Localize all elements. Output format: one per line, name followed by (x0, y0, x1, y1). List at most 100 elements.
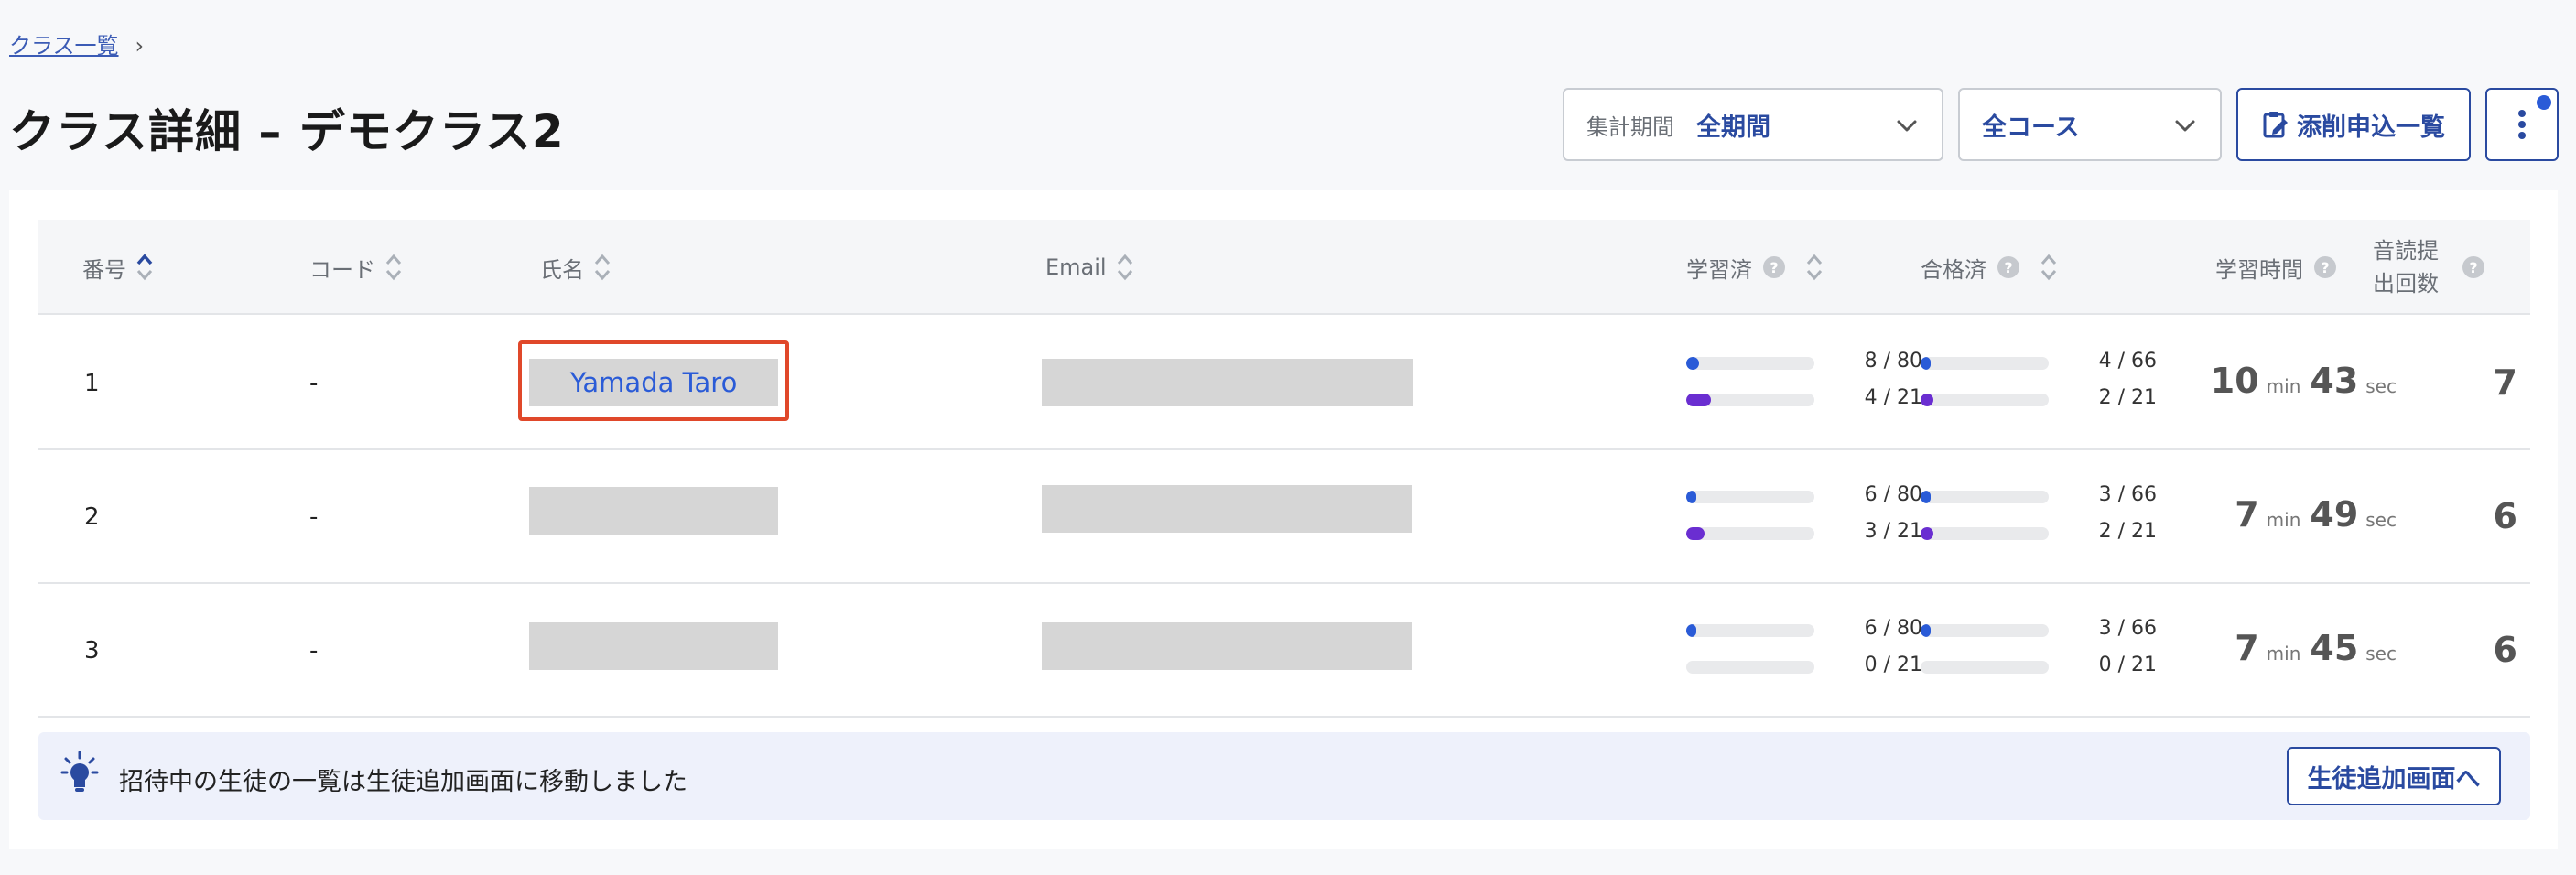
table-header: 番号 コード 氏名 Email 学習済 ? 合格済 ? 学習時間 ? 音読提 出… (38, 220, 2530, 315)
clipboard-edit-icon (2263, 112, 2288, 138)
passed-reading-value: 2 / 21 (2098, 520, 2157, 543)
header-name[interactable]: 氏名 (540, 220, 612, 315)
header-passed-label: 合格済 (1921, 256, 1986, 283)
header-number[interactable]: 番号 (82, 220, 154, 315)
breadcrumb: クラス一覧 › (9, 27, 144, 59)
student-name-link[interactable]: Yamada Taro (529, 359, 778, 406)
studied-reading-bar (1686, 394, 1814, 406)
minutes-unit: min (2266, 643, 2301, 664)
header-study-time: 学習時間 ? (2215, 220, 2336, 315)
seconds-unit: sec (2365, 643, 2397, 664)
sort-icon (385, 254, 402, 281)
sort-icon (1806, 254, 1823, 281)
help-icon[interactable]: ? (2314, 256, 2336, 278)
passed-lessons-bar (1921, 624, 2049, 637)
row-code: - (309, 370, 319, 397)
table-row[interactable]: 3 - 6 / 80 0 / 21 3 / 66 0 / 21 7 min 45 se… (38, 584, 2530, 718)
passed-reading-bar (1921, 527, 2049, 540)
header-reading-count: 音読提 出回数 ? (2373, 220, 2484, 315)
minutes-value: 7 (2235, 628, 2259, 668)
header-reading-line2: 出回数 (2373, 271, 2439, 297)
passed-lessons-bar (1921, 491, 2049, 503)
study-time: 7 min 45 sec (2204, 628, 2406, 668)
passed-lessons-value: 3 / 66 (2098, 483, 2157, 506)
corrections-list-button[interactable]: 添削申込一覧 (2236, 88, 2471, 161)
notice-text: 招待中の生徒の一覧は生徒追加画面に移動しました (119, 768, 687, 796)
course-value: 全コース (1982, 113, 2080, 142)
studied-reading-bar (1686, 527, 1814, 540)
help-icon[interactable]: ? (2462, 256, 2484, 278)
go-to-add-students-button[interactable]: 生徒追加画面へ (2287, 747, 2501, 805)
row-number: 1 (84, 370, 100, 397)
seconds-unit: sec (2365, 509, 2397, 531)
study-time: 10 min 43 sec (2204, 361, 2406, 401)
passed-reading-value: 2 / 21 (2098, 386, 2157, 409)
row-code: - (309, 503, 319, 531)
minutes-value: 7 (2235, 494, 2259, 535)
studied-reading-value: 3 / 21 (1864, 520, 1922, 543)
header-code[interactable]: コード (309, 220, 403, 315)
studied-lessons-value: 8 / 80 (1864, 350, 1922, 373)
reading-count: 6 (2493, 630, 2517, 670)
passed-lessons-value: 4 / 66 (2098, 350, 2157, 373)
notice-bar: 招待中の生徒の一覧は生徒追加画面に移動しました 生徒追加画面へ (38, 732, 2530, 820)
row-number: 3 (84, 637, 100, 664)
passed-lessons-bar (1921, 357, 2049, 370)
table-row[interactable]: 2 - 6 / 80 3 / 21 3 / 66 2 / 21 7 min 49 se… (38, 450, 2530, 584)
email-placeholder (1042, 622, 1412, 670)
seconds-value: 49 (2310, 494, 2359, 535)
passed-reading-value: 0 / 21 (2098, 654, 2157, 676)
sort-icon (1117, 254, 1132, 281)
header-studied-label: 学習済 (1686, 256, 1752, 283)
header-code-label: コード (309, 256, 375, 283)
period-label: 集計期間 (1586, 113, 1674, 140)
row-number: 2 (84, 503, 100, 531)
minutes-value: 10 (2210, 361, 2259, 401)
minutes-unit: min (2266, 509, 2301, 531)
more-options-button[interactable] (2485, 88, 2559, 161)
chevron-down-icon (2175, 120, 2195, 132)
lightbulb-icon (60, 751, 99, 792)
reading-count: 7 (2493, 362, 2517, 403)
notification-dot (2537, 95, 2551, 110)
seconds-value: 43 (2310, 361, 2359, 401)
corrections-list-label: 添削申込一覧 (2297, 113, 2445, 142)
header-email[interactable]: Email (1045, 220, 1134, 315)
studied-lessons-value: 6 / 80 (1864, 617, 1922, 640)
course-select[interactable]: 全コース (1958, 88, 2222, 161)
header-study-time-label: 学習時間 (2215, 256, 2303, 283)
sort-icon (594, 254, 611, 281)
email-placeholder (1042, 485, 1412, 533)
studied-lessons-bar (1686, 624, 1814, 637)
header-number-label: 番号 (82, 256, 126, 283)
header-email-label: Email (1045, 254, 1107, 280)
studied-lessons-value: 6 / 80 (1864, 483, 1922, 506)
header-name-label: 氏名 (540, 256, 584, 283)
studied-reading-value: 0 / 21 (1864, 654, 1922, 676)
studied-lessons-bar (1686, 357, 1814, 370)
minutes-unit: min (2266, 375, 2301, 397)
seconds-unit: sec (2365, 375, 2397, 397)
header-studied[interactable]: 学習済 ? (1686, 220, 1824, 315)
passed-reading-bar (1921, 394, 2049, 406)
page-title: クラス詳細 – デモクラス2 (9, 105, 565, 158)
table-row[interactable]: 1 - Yamada Taro 8 / 80 4 / 21 4 / 66 2 /… (38, 317, 2530, 450)
period-select[interactable]: 集計期間 全期間 (1563, 88, 1943, 161)
study-time: 7 min 49 sec (2204, 494, 2406, 535)
chevron-down-icon (1897, 120, 1917, 132)
sort-icon (2040, 254, 2057, 281)
header-passed[interactable]: 合格済 ? (1921, 220, 2058, 315)
studied-reading-value: 4 / 21 (1864, 386, 1922, 409)
period-value: 全期間 (1696, 113, 1770, 142)
seconds-value: 45 (2310, 628, 2359, 668)
breadcrumb-class-list-link[interactable]: クラス一覧 (9, 33, 119, 59)
header-reading-line1: 音読提 (2373, 238, 2439, 264)
name-placeholder (529, 487, 778, 535)
sort-icon (136, 254, 153, 281)
email-placeholder (1042, 359, 1413, 406)
help-icon[interactable]: ? (1997, 256, 2019, 278)
help-icon[interactable]: ? (1763, 256, 1785, 278)
passed-lessons-value: 3 / 66 (2098, 617, 2157, 640)
header-reading-count-label: 音読提 出回数 (2373, 234, 2439, 300)
row-code: - (309, 637, 319, 664)
